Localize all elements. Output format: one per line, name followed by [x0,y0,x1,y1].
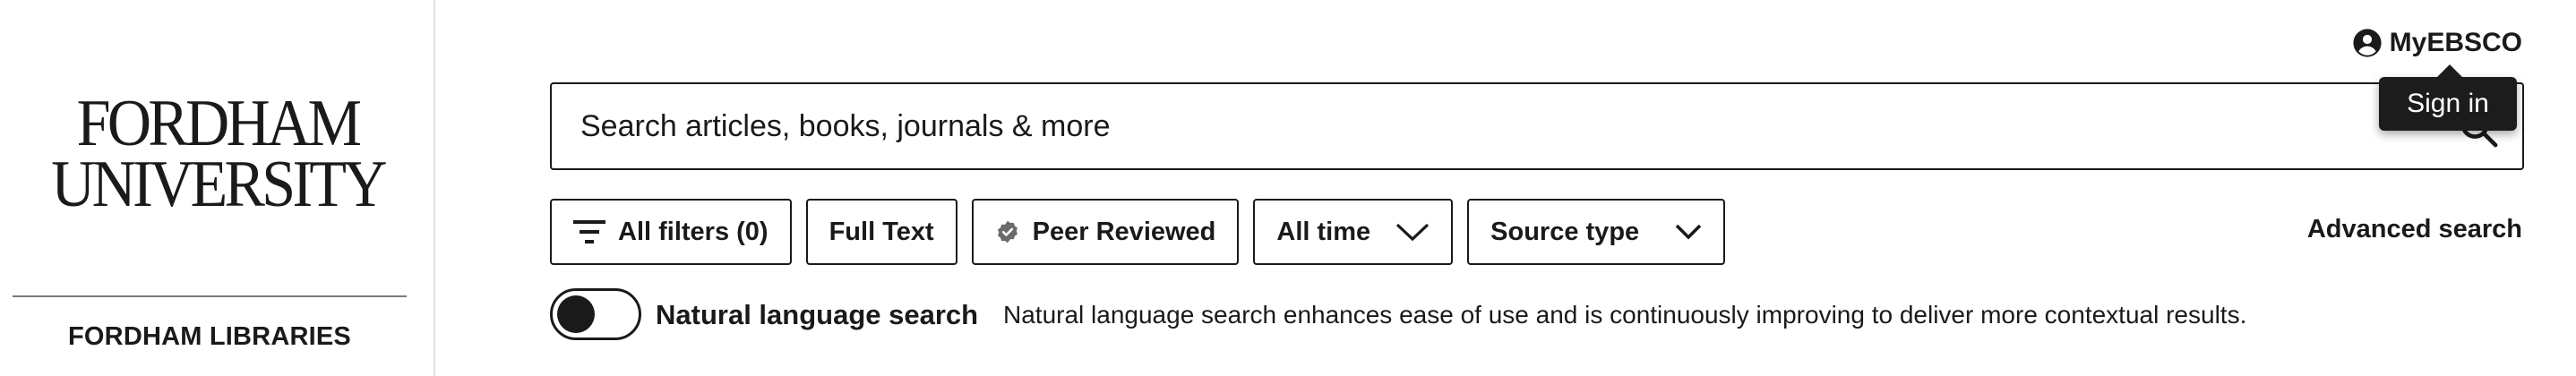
peer-reviewed-button[interactable]: Peer Reviewed [971,199,1240,265]
sidebar-divider [13,295,407,297]
toggle-knob [557,295,595,333]
full-text-button[interactable]: Full Text [805,199,957,265]
chevron-down-icon [1675,224,1702,240]
all-filters-label: All filters (0) [618,217,769,246]
verified-badge-icon [997,220,1018,244]
peer-reviewed-label: Peer Reviewed [1032,217,1216,246]
full-text-label: Full Text [829,217,934,246]
library-name: FORDHAM LIBRARIES [68,322,351,351]
filter-icon [573,220,605,244]
logo-line-1: FORDHAM [76,87,362,160]
all-filters-button[interactable]: All filters (0) [550,199,792,265]
time-range-dropdown[interactable]: All time [1253,199,1454,265]
advanced-search-link[interactable]: Advanced search [2307,215,2522,244]
search-input[interactable] [552,90,2415,162]
time-range-label: All time [1276,217,1371,246]
sidebar: FORDHAM UNIVERSITY FORDHAM LIBRARIES [0,0,435,376]
natural-language-description: Natural language search enhances ease of… [1003,301,2247,329]
logo-line-2: UNIVERSITY [51,148,387,221]
myebsco-link[interactable]: MyEBSCO [2352,25,2522,61]
chevron-down-icon [1396,223,1430,242]
sign-in-tooltip: Sign in [2379,64,2517,131]
myebsco-label: MyEBSCO [2389,28,2522,57]
source-type-label: Source type [1490,217,1640,246]
fordham-logo[interactable]: FORDHAM UNIVERSITY [0,87,435,221]
search-box [550,82,2524,170]
source-type-dropdown[interactable]: Source type [1467,199,1726,265]
filter-bar: All filters (0) Full Text Peer Reviewed … [550,199,1726,265]
natural-language-toggle[interactable] [550,288,641,340]
user-circle-icon [2353,29,2382,57]
natural-language-label: Natural language search [656,299,979,330]
